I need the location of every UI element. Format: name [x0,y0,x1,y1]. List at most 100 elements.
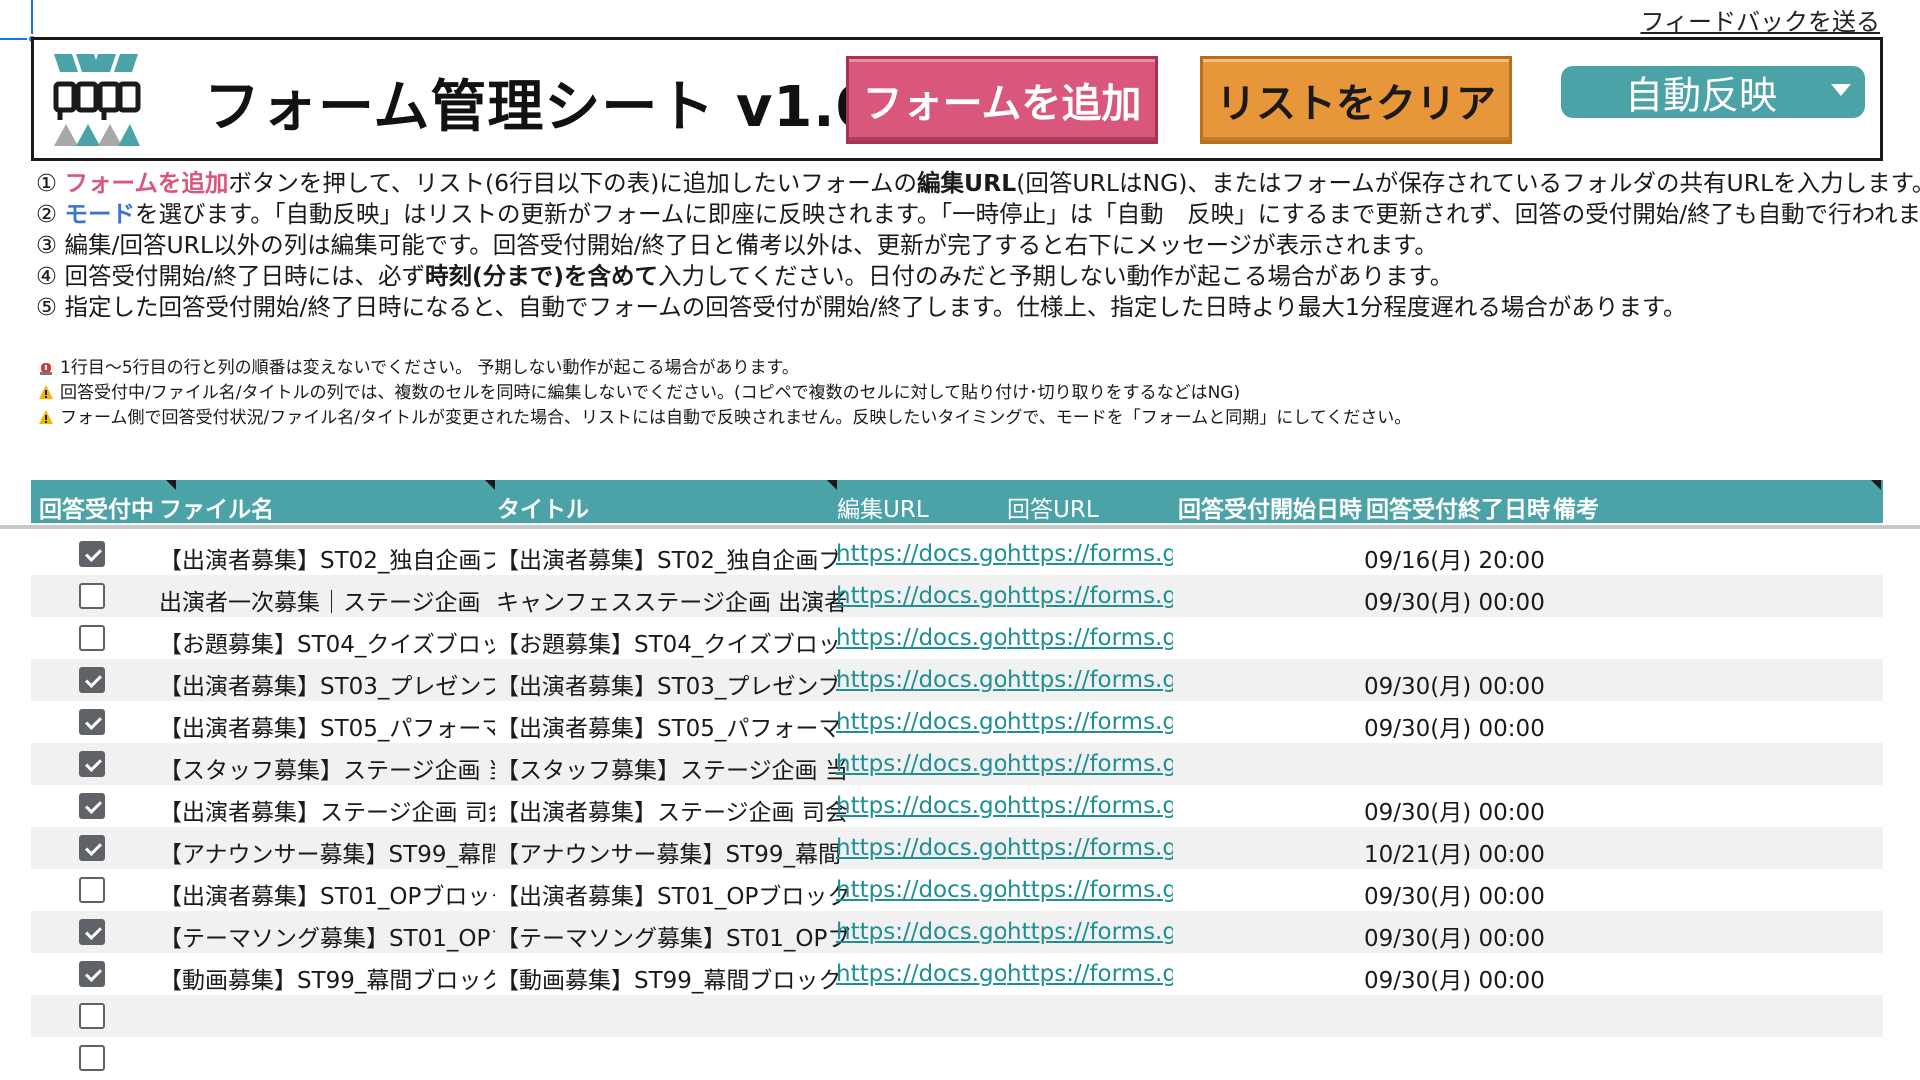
file-name-cell[interactable]: 【スタッフ募集】ステージ企画 当 [159,751,495,785]
accepting-checkbox[interactable] [79,583,105,609]
edit-url-link[interactable]: https://docs.goo [836,709,1006,735]
end-datetime-cell[interactable]: 09/30(月) 00:00 [1364,961,1564,995]
title-cell[interactable]: 【出演者募集】ステージ企画 司会 [496,793,862,827]
accepting-checkbox[interactable] [79,667,105,693]
file-name-cell[interactable]: 【アナウンサー募集】ST99_幕間 [159,835,495,869]
accepting-checkbox[interactable] [79,709,105,735]
header-response-url[interactable]: 回答URL [1007,490,1099,524]
edit-url-link[interactable]: https://docs.goo [836,667,1006,693]
file-name-cell[interactable]: 【出演者募集】ST01_OPブロック [159,877,495,911]
file-name-cell[interactable]: 【出演者募集】ステージ企画 司会 [159,793,495,827]
table-row: 出演者一次募集｜ステージ企画 キャンフェスステージ企画 出演者 https://do… [31,575,1883,617]
feedback-link[interactable]: フィードバックを送る [1640,2,1880,37]
warnings: 1行目〜5行目の行と列の順番は変えないでください。 予期しない動作が起こる場合が… [38,356,1411,431]
edit-url-link[interactable]: https://docs.goo [836,877,1006,903]
response-url-link[interactable]: https://forms.gle [1007,751,1173,777]
page-title: フォーム管理シート v1.0 [204,75,876,140]
response-url-link[interactable]: https://forms.gle [1007,877,1173,903]
header-file-name[interactable]: ファイル名 [159,490,274,524]
accepting-checkbox[interactable] [79,793,105,819]
response-url-link[interactable]: https://forms.gle [1007,919,1173,945]
end-datetime-cell[interactable]: 09/30(月) 00:00 [1364,709,1564,743]
header-panel: フォーム管理シート v1.0 フォームを追加 リストをクリア 自動反映 [31,37,1883,161]
end-datetime-cell[interactable]: 09/30(月) 00:00 [1364,793,1564,827]
alarm-light-icon [40,363,52,375]
response-url-link[interactable]: https://forms.gle [1007,961,1173,987]
header-edit-url[interactable]: 編集URL [837,490,929,524]
title-cell[interactable]: 【お題募集】ST04_クイズブロッ [496,625,862,659]
edit-url-link[interactable]: https://docs.goo [836,835,1006,861]
filter-indicator-icon [166,480,176,490]
title-cell[interactable]: 【アナウンサー募集】ST99_幕間 [496,835,862,869]
end-datetime-cell[interactable]: 09/30(月) 00:00 [1364,877,1564,911]
accepting-checkbox[interactable] [79,625,105,651]
response-url-link[interactable]: https://forms.gle [1007,667,1173,693]
title-cell[interactable]: 【出演者募集】ST03_プレゼンブ [496,667,862,701]
edit-url-link[interactable]: https://docs.goo [836,919,1006,945]
header-title[interactable]: タイトル [497,490,589,524]
clear-list-button[interactable]: リストをクリア [1200,56,1512,144]
filter-indicator-icon [1871,480,1881,490]
end-datetime-cell[interactable]: 09/16(月) 20:00 [1364,541,1564,575]
warning-3: フォーム側で回答受付状況/ファイル名/タイトルが変更された場合、リストには自動で… [38,406,1411,431]
end-datetime-cell[interactable]: 09/30(月) 00:00 [1364,919,1564,953]
title-cell[interactable]: 【動画募集】ST99_幕間ブロック [496,961,862,995]
end-datetime-cell[interactable]: 09/30(月) 00:00 [1364,583,1564,617]
instruction-3: ③ 編集/回答URL以外の列は編集可能です。回答受付開始/終了日と備考以外は、更… [36,231,1438,259]
end-datetime-cell[interactable]: 10/21(月) 00:00 [1364,835,1564,869]
accepting-checkbox[interactable] [79,919,105,945]
response-url-link[interactable]: https://forms.gle [1007,625,1173,651]
instruction-4: ④ 回答受付開始/終了日時には、必ず時刻(分まで)を含めて入力してください。日付… [36,262,1454,290]
edit-url-link[interactable]: https://docs.goo [836,751,1006,777]
header-note[interactable]: 備考 [1553,490,1599,524]
table-row: 【スタッフ募集】ステージ企画 当【スタッフ募集】ステージ企画 当 https://… [31,743,1883,785]
title-cell[interactable]: キャンフェスステージ企画 出演者 [496,583,862,617]
edit-url-link[interactable]: https://docs.goo [836,793,1006,819]
form-list-table: 【出演者募集】ST02_独自企画ブ 【出演者募集】ST02_独自企画ブ https:… [31,533,1883,1079]
response-url-link[interactable]: https://forms.gle [1007,709,1173,735]
warning-1: 1行目〜5行目の行と列の順番は変えないでください。 予期しない動作が起こる場合が… [38,356,1411,381]
accepting-checkbox[interactable] [79,877,105,903]
file-name-cell[interactable]: 【出演者募集】ST05_パフォーマ [159,709,495,743]
table-header: 回答受付中 ファイル名 タイトル 編集URL 回答URL 回答受付開始日時 回答… [31,480,1883,523]
response-url-link[interactable]: https://forms.gle [1007,835,1173,861]
header-start-datetime[interactable]: 回答受付開始日時 [1178,490,1362,524]
file-name-cell[interactable]: 【出演者募集】ST02_独自企画ブ [159,541,495,575]
accepting-checkbox[interactable] [79,961,105,987]
edit-url-link[interactable]: https://docs.goo [836,625,1006,651]
response-url-link[interactable]: https://forms.gle [1007,583,1173,609]
accepting-checkbox[interactable] [79,541,105,567]
mode-dropdown[interactable]: 自動反映 [1561,66,1865,118]
end-datetime-cell[interactable]: 09/30(月) 00:00 [1364,667,1564,701]
edit-url-link[interactable]: https://docs.goo [836,583,1006,609]
header-end-datetime[interactable]: 回答受付終了日時 [1366,490,1550,524]
table-row: 【お題募集】ST04_クイズブロッ 【お題募集】ST04_クイズブロッ https:… [31,617,1883,659]
file-name-cell[interactable]: 【動画募集】ST99_幕間ブロック [159,961,495,995]
chevron-down-icon [1831,84,1851,96]
response-url-link[interactable]: https://forms.gle [1007,793,1173,819]
edit-url-link[interactable]: https://docs.goo [836,961,1006,987]
file-name-cell[interactable]: 【テーマソング募集】ST01_OPブ [159,919,495,953]
accepting-checkbox[interactable] [79,751,105,777]
frozen-row-divider[interactable] [0,525,1920,529]
warning-icon [39,410,53,424]
table-row: 【出演者募集】ST02_独自企画ブ 【出演者募集】ST02_独自企画ブ https:… [31,533,1883,575]
file-name-cell[interactable]: 出演者一次募集｜ステージ企画 [159,583,495,617]
title-cell[interactable]: 【スタッフ募集】ステージ企画 当 [496,751,862,785]
title-cell[interactable]: 【出演者募集】ST02_独自企画ブ [496,541,862,575]
header-accepting[interactable]: 回答受付中 [39,490,154,524]
title-cell[interactable]: 【出演者募集】ST05_パフォーマ [496,709,862,743]
file-name-cell[interactable]: 【お題募集】ST04_クイズブロッ [159,625,495,659]
filter-indicator-icon [485,480,495,490]
edit-url-link[interactable]: https://docs.goo [836,541,1006,567]
accepting-checkbox[interactable] [79,1045,105,1071]
accepting-checkbox[interactable] [79,1003,105,1029]
title-cell[interactable]: 【テーマソング募集】ST01_OPブ [496,919,862,953]
instructions: ① フォームを追加ボタンを押して、リスト(6行目以下の表)に追加したいフォームの… [36,168,1920,323]
add-form-button[interactable]: フォームを追加 [846,56,1158,144]
title-cell[interactable]: 【出演者募集】ST01_OPブロック [496,877,862,911]
file-name-cell[interactable]: 【出演者募集】ST03_プレゼンブ [159,667,495,701]
pepp-logo-icon [53,54,141,146]
response-url-link[interactable]: https://forms.gle [1007,541,1173,567]
accepting-checkbox[interactable] [79,835,105,861]
